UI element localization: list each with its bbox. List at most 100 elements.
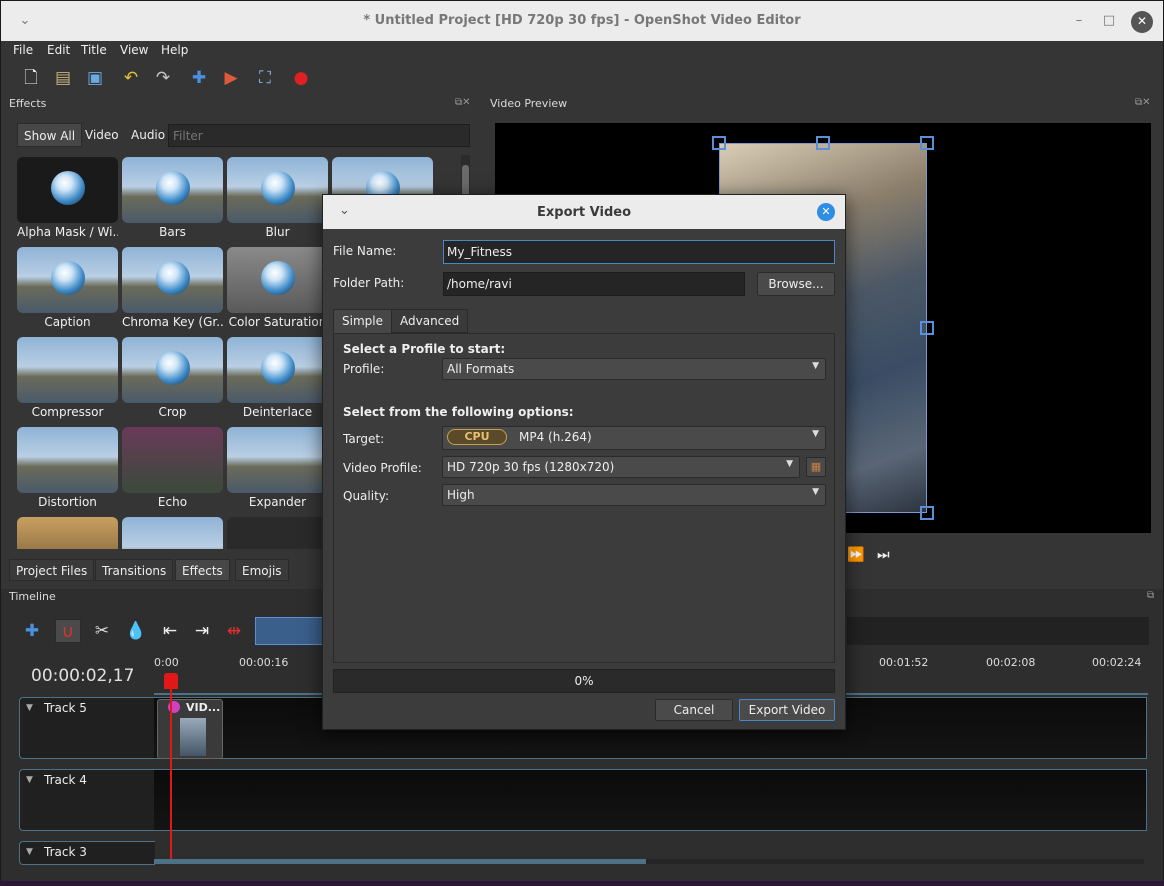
menu-edit[interactable]: Edit	[47, 43, 70, 57]
snapping-magnet-icon[interactable]: ∪	[55, 619, 81, 643]
effect-row-partial-1[interactable]	[17, 517, 118, 549]
effect-expander[interactable]: Expander	[227, 427, 328, 515]
effect-crop[interactable]: Crop	[122, 337, 223, 425]
tab-effects[interactable]: Effects	[175, 559, 230, 581]
profile-select[interactable]: All Formats ▼	[442, 358, 826, 380]
menu-help[interactable]: Help	[161, 43, 188, 57]
filter-video[interactable]: Video	[79, 123, 125, 147]
effect-thumbnail	[17, 247, 118, 313]
track-collapse-icon[interactable]: ▼	[26, 847, 33, 857]
effect-thumbnail	[227, 157, 328, 223]
track-collapse-icon[interactable]: ▼	[26, 703, 33, 713]
cancel-button[interactable]: Cancel	[655, 699, 733, 721]
video-profile-select[interactable]: HD 720p 30 fps (1280x720) ▼	[442, 456, 800, 478]
window-title: * Untitled Project [HD 720p 30 fps] - Op…	[363, 13, 801, 28]
chevron-down-icon: ▼	[812, 429, 819, 439]
menu-title[interactable]: Title	[81, 43, 107, 57]
export-video-icon[interactable]: ●	[289, 67, 313, 89]
video-preview-title: Video Preview	[490, 97, 568, 110]
jump-to-end-icon[interactable]: ⏭	[877, 547, 890, 563]
resize-handle[interactable]	[816, 136, 830, 150]
playhead-handle[interactable]	[164, 673, 178, 689]
effects-float-icon[interactable]: ⧉✕	[455, 97, 471, 108]
close-icon[interactable]: ✕	[1131, 11, 1153, 33]
menu-view[interactable]: View	[120, 43, 148, 57]
fullscreen-icon[interactable]: ⛶	[253, 67, 277, 89]
timeline-zoom-scroller[interactable]	[255, 617, 325, 645]
profile-label: Profile:	[343, 362, 385, 376]
profile-details-icon[interactable]: ▦	[806, 457, 826, 477]
timeline-scrollbar[interactable]	[154, 859, 1144, 864]
timeline-float-icon[interactable]: ⧉	[1147, 590, 1154, 601]
browse-button[interactable]: Browse...	[757, 272, 835, 296]
filter-show-all[interactable]: Show All	[17, 123, 83, 147]
maximize-icon[interactable]: □	[1099, 11, 1119, 31]
effect-blur[interactable]: Blur	[227, 157, 328, 245]
effect-label: Alpha Mask / Wi...	[17, 225, 118, 239]
timeline-zoom-track	[847, 617, 1149, 645]
export-progress-bar: 0%	[333, 669, 835, 693]
effects-filter-input[interactable]	[168, 124, 470, 147]
track-header[interactable]: Track 4 ▼	[19, 769, 155, 831]
redo-icon[interactable]: ↷	[151, 67, 175, 89]
choose-profile-icon[interactable]: ▶	[219, 67, 243, 89]
clip-thumbnail	[180, 718, 206, 756]
razor-icon[interactable]: ✂	[89, 619, 115, 643]
new-project-icon[interactable]: 🗋	[19, 67, 43, 89]
tab-advanced[interactable]: Advanced	[391, 309, 469, 333]
center-playhead-icon[interactable]: ⇹	[221, 619, 247, 643]
filter-audio[interactable]: Audio	[125, 123, 171, 147]
save-project-icon[interactable]: ▣	[83, 67, 107, 89]
title-bar: ⌄ * Untitled Project [HD 720p 30 fps] - …	[1, 1, 1163, 41]
effect-row-partial-2[interactable]	[122, 517, 223, 549]
quality-label: Quality:	[343, 489, 390, 503]
effect-deinterlace[interactable]: Deinterlace	[227, 337, 328, 425]
dialog-close-icon[interactable]: ✕	[817, 203, 835, 221]
previous-marker-icon[interactable]: ⇤	[157, 619, 183, 643]
profile-select-value: All Formats	[447, 362, 515, 376]
undo-icon[interactable]: ↶	[119, 67, 143, 89]
track-collapse-icon[interactable]: ▼	[26, 775, 33, 785]
import-files-icon[interactable]: ✚	[187, 67, 211, 89]
next-marker-icon[interactable]: ⇥	[189, 619, 215, 643]
effect-distortion[interactable]: Distortion	[17, 427, 118, 515]
resize-handle[interactable]	[920, 321, 934, 335]
track-header[interactable]: Track 5 ▼	[19, 697, 155, 759]
folder-path-input[interactable]: /home/ravi	[443, 272, 745, 296]
effect-caption[interactable]: Caption	[17, 247, 118, 335]
minimize-icon[interactable]: –	[1069, 11, 1089, 31]
preview-float-icon[interactable]: ⧉✕	[1135, 97, 1151, 108]
effect-color-saturation[interactable]: Color Saturation	[227, 247, 328, 335]
menu-file[interactable]: File	[13, 43, 33, 57]
effect-row-partial-3[interactable]	[227, 517, 328, 549]
resize-handle[interactable]	[920, 136, 934, 150]
open-project-icon[interactable]: ▤	[51, 67, 75, 89]
fast-forward-icon[interactable]: ⏩	[847, 547, 864, 563]
effect-bars[interactable]: Bars	[122, 157, 223, 245]
resize-handle[interactable]	[712, 136, 726, 150]
effect-label: Bars	[159, 225, 186, 239]
tab-emojis[interactable]: Emojis	[235, 559, 289, 581]
effect-thumbnail	[17, 427, 118, 493]
track-header[interactable]: Track 3 ▼	[19, 841, 155, 865]
tab-project-files[interactable]: Project Files	[9, 559, 95, 581]
target-select[interactable]: CPU MP4 (h.264) ▼	[442, 426, 826, 450]
timeline-scrollbar-thumb[interactable]	[154, 859, 646, 864]
tab-simple[interactable]: Simple	[333, 309, 392, 333]
add-track-icon[interactable]: ✚	[19, 619, 45, 643]
effect-echo[interactable]: Echo	[122, 427, 223, 515]
video-clip[interactable]: VID...	[157, 699, 223, 759]
export-video-button[interactable]: Export Video	[739, 699, 835, 721]
effect-alpha-mask[interactable]: Alpha Mask / Wi...	[17, 157, 118, 245]
add-marker-icon[interactable]: 💧	[123, 619, 149, 643]
resize-handle[interactable]	[920, 506, 934, 520]
file-name-input[interactable]: My_Fitness	[443, 240, 835, 264]
track-body[interactable]	[154, 769, 1147, 831]
effect-thumbnail	[17, 337, 118, 403]
tab-transitions[interactable]: Transitions	[95, 559, 174, 581]
effect-compressor[interactable]: Compressor	[17, 337, 118, 425]
dialog-title: Export Video	[537, 205, 631, 220]
effect-chroma-key[interactable]: Chroma Key (Gr...	[122, 247, 223, 335]
quality-select[interactable]: High ▼	[442, 484, 826, 506]
effect-label: Expander	[248, 495, 307, 509]
